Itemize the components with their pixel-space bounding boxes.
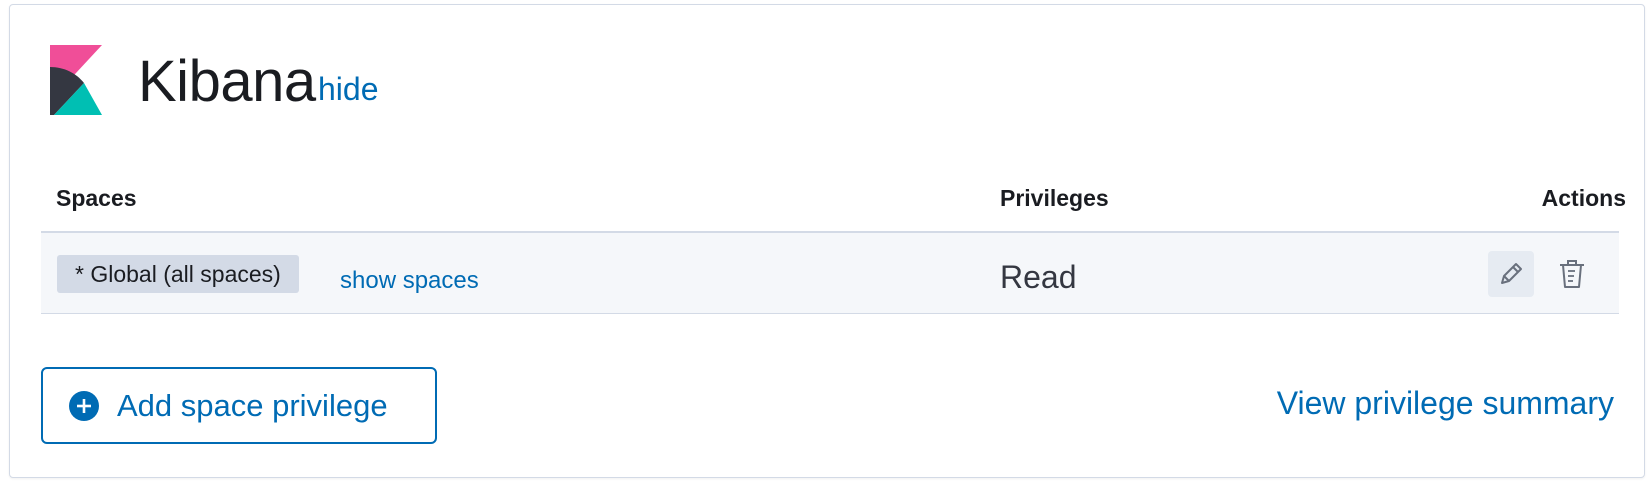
kibana-logo-icon: [50, 45, 102, 115]
edit-button[interactable]: [1488, 251, 1534, 297]
hide-link[interactable]: hide: [318, 71, 379, 108]
delete-button[interactable]: [1549, 251, 1595, 297]
pencil-icon: [1501, 263, 1522, 284]
show-spaces-link[interactable]: show spaces: [340, 267, 479, 295]
trash-icon: [1560, 260, 1584, 288]
view-privilege-summary-link[interactable]: View privilege summary: [1277, 385, 1614, 422]
kibana-privileges-panel: Kibana hide Spaces Privileges Actions * …: [9, 4, 1645, 478]
table-row: * Global (all spaces) show spaces Read: [41, 233, 1619, 314]
column-header-privileges: Privileges: [1000, 185, 1109, 211]
column-header-actions: Actions: [1541, 185, 1626, 211]
page-title: Kibana: [138, 49, 316, 114]
plus-circle-icon: [69, 390, 99, 421]
add-space-privilege-button[interactable]: Add space privilege: [41, 367, 437, 444]
column-header-spaces: Spaces: [56, 185, 137, 211]
privilege-value: Read: [1000, 259, 1077, 295]
add-space-privilege-label: Add space privilege: [117, 387, 388, 423]
space-badge: * Global (all spaces): [57, 255, 299, 293]
